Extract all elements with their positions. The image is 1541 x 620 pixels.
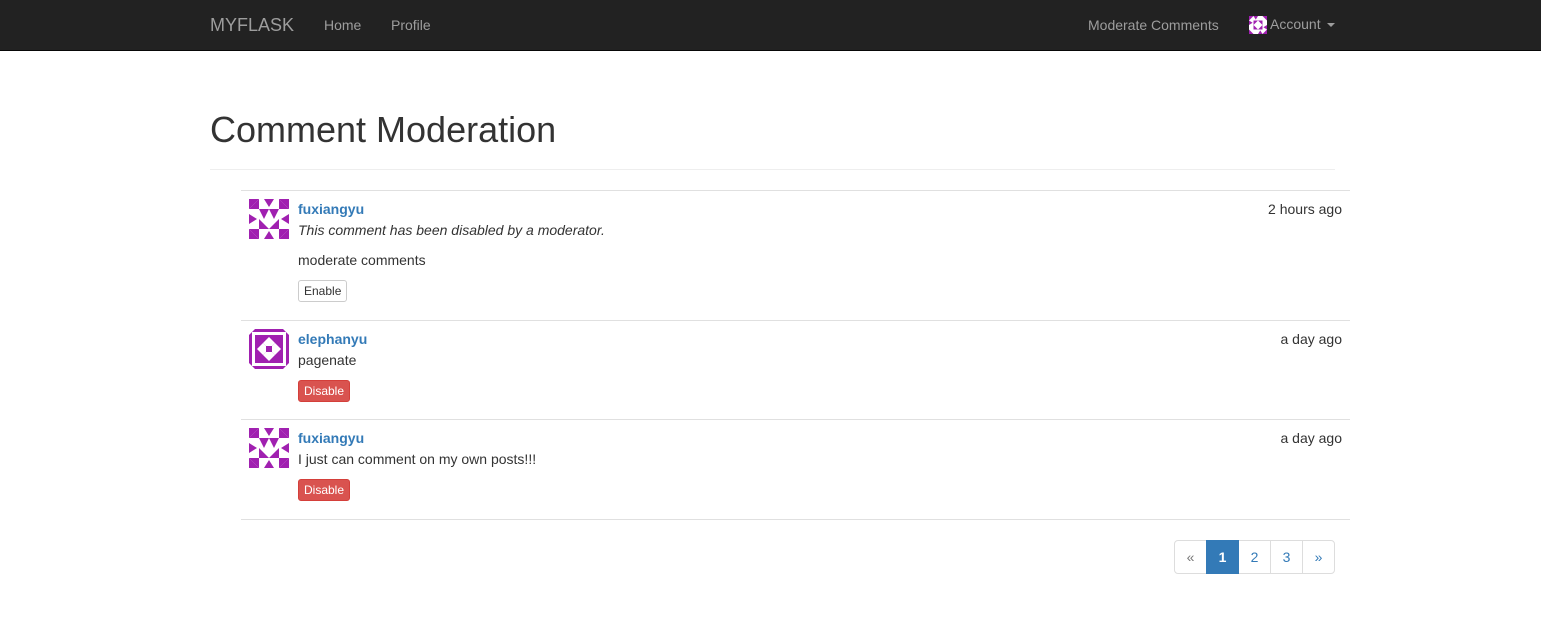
page-3-link[interactable]: 3 bbox=[1270, 540, 1303, 574]
nav-moderate-comments-link[interactable]: Moderate Comments bbox=[1088, 15, 1219, 35]
nav-home-link[interactable]: Home bbox=[324, 15, 361, 35]
disable-button[interactable]: Disable bbox=[298, 478, 351, 501]
prev-page-link[interactable]: « bbox=[1174, 540, 1207, 574]
pagination-page: 1 bbox=[1206, 540, 1239, 574]
comment-body: fuxiangyu This comment has been disabled… bbox=[298, 199, 1342, 302]
comment-text: moderate comments bbox=[298, 251, 426, 268]
page-2-link[interactable]: 2 bbox=[1238, 540, 1271, 574]
comment-item: a day ago elephanyu pagenate Disable bbox=[241, 321, 1350, 420]
navbar-container: MYFLASK Home Profile Moderate Comments A… bbox=[195, 0, 1350, 50]
comment-item: 2 hours ago fuxiangyu This comment has b… bbox=[241, 191, 1350, 321]
caret-down-icon bbox=[1326, 23, 1335, 27]
brand-link[interactable]: MYFLASK bbox=[210, 14, 294, 36]
comment-date: a day ago bbox=[1280, 331, 1343, 347]
navbar: MYFLASK Home Profile Moderate Comments A… bbox=[0, 0, 1541, 51]
comment-item: a day ago fuxiangyu I just can comment o… bbox=[241, 420, 1350, 520]
comment-body: elephanyu pagenate Disable bbox=[298, 329, 1342, 402]
account-label: Account bbox=[1270, 16, 1321, 32]
disabled-notice: This comment has been disabled by a mode… bbox=[298, 221, 605, 238]
account-dropdown[interactable]: Account bbox=[1249, 15, 1335, 35]
comment-author-link[interactable]: fuxiangyu bbox=[298, 428, 364, 448]
comment-author-link[interactable]: fuxiangyu bbox=[298, 199, 364, 219]
comment-text: pagenate bbox=[298, 351, 357, 368]
account-avatar-icon bbox=[1249, 16, 1267, 34]
user-avatar-icon[interactable] bbox=[249, 428, 289, 468]
user-avatar-icon[interactable] bbox=[249, 199, 289, 239]
comment-date: a day ago bbox=[1280, 430, 1343, 446]
page-1-link[interactable]: 1 bbox=[1206, 540, 1239, 574]
comment-author-link[interactable]: elephanyu bbox=[298, 329, 367, 349]
main-container: Comment Moderation 2 hours ago fuxiangyu… bbox=[195, 51, 1350, 574]
user-avatar-icon[interactable] bbox=[249, 329, 289, 369]
page-title: Comment Moderation bbox=[210, 109, 557, 150]
comment-list: 2 hours ago fuxiangyu This comment has b… bbox=[241, 190, 1350, 520]
enable-button[interactable]: Enable bbox=[298, 279, 348, 302]
nav-profile-link[interactable]: Profile bbox=[391, 15, 431, 35]
next-page-link[interactable]: » bbox=[1302, 540, 1335, 574]
comment-text: I just can comment on my own posts!!! bbox=[298, 450, 537, 467]
comment-date: 2 hours ago bbox=[1268, 201, 1342, 217]
disable-button[interactable]: Disable bbox=[298, 379, 351, 402]
comment-body: fuxiangyu I just can comment on my own p… bbox=[298, 428, 1342, 501]
page-header: Comment Moderation bbox=[210, 109, 1335, 170]
pagination: « 1 2 3 » bbox=[1174, 540, 1335, 574]
pagination-next: » bbox=[1302, 540, 1335, 574]
pagination-page: 2 bbox=[1238, 540, 1271, 574]
pagination-prev: « bbox=[1174, 540, 1207, 574]
pagination-page: 3 bbox=[1270, 540, 1303, 574]
